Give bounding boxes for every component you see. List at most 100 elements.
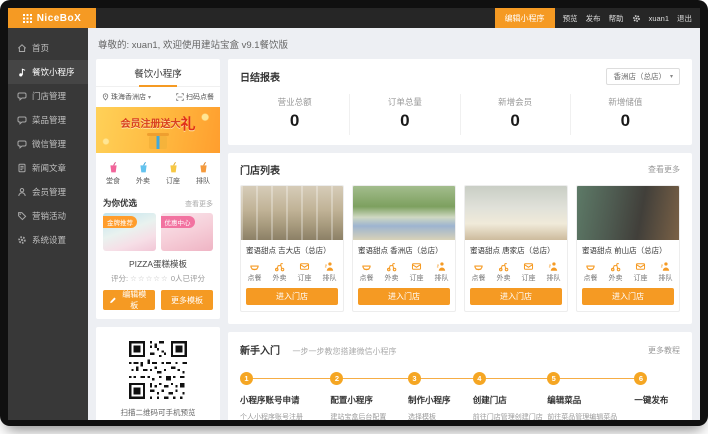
sidebar-item-label: 营销活动: [32, 210, 66, 222]
logout-link[interactable]: 退出: [677, 13, 692, 24]
feature-reserve: 订座: [516, 261, 541, 283]
rating-stars: ☆☆☆☆☆: [130, 274, 169, 283]
sidebar-item-news-articles[interactable]: 新闻文章: [8, 156, 88, 180]
main-content: 尊敬的: xuan1, 欢迎使用建站宝盒 v9.1餐饮版 餐饮小程序 珠海香洲店…: [88, 28, 700, 420]
store-selector[interactable]: 珠海香洲店 ▾: [102, 92, 151, 102]
feature-label: 订座: [628, 273, 653, 283]
enter-store-button[interactable]: 进入门店: [582, 288, 674, 305]
sidebar-item-wechat-management[interactable]: 微信管理: [8, 132, 88, 156]
scooter-icon: [498, 261, 509, 272]
feature-reserve: 订座: [628, 261, 653, 283]
more-templates-button[interactable]: 更多模板: [161, 290, 213, 310]
enter-store-button[interactable]: 进入门店: [246, 288, 338, 305]
sidebar-item-label: 首页: [32, 42, 49, 54]
store-filter-dropdown[interactable]: 香洲店（总店） ▾: [606, 68, 680, 85]
enter-store-button[interactable]: 进入门店: [470, 288, 562, 305]
sidebar-item-label: 系统设置: [32, 234, 66, 246]
sidebar-item-dish-management[interactable]: 菜品管理: [8, 108, 88, 132]
feature-queue: 排队: [653, 261, 678, 283]
stores-more-link[interactable]: 查看更多: [648, 164, 680, 175]
sidebar-item-label: 会员管理: [32, 186, 66, 198]
sidebar-item-marketing[interactable]: 营销活动: [8, 204, 88, 228]
feature-delivery: 外卖: [267, 261, 292, 283]
product-card[interactable]: 金牌推荐: [103, 213, 156, 251]
more-tutorials-link[interactable]: 更多教程: [648, 345, 680, 356]
onboarding-step-2: 2 配置小程序 建站宝盒后台配置 微信开发工具配置: [330, 372, 408, 420]
daily-report-card: 日结报表 香洲店（总店） ▾ 营业总额 0 订单总量 0: [228, 59, 692, 145]
bowl-icon: [361, 261, 372, 272]
scan-order-label: 扫码点餐: [186, 92, 214, 102]
phone-nav: 堂食 外卖 订座 排队: [96, 153, 220, 191]
topbar-links: 预览 发布 帮助 xuan1 退出: [555, 8, 700, 28]
feature-label: 排队: [541, 273, 566, 283]
phone-nav-queue[interactable]: 排队: [188, 161, 218, 186]
store-photo: [465, 186, 567, 240]
phone-preview-card: 餐饮小程序 珠海香洲店 ▾ 扫码点餐 会员注册送大礼: [96, 59, 220, 319]
qr-card: 扫描二维码可手机预览: [96, 327, 220, 420]
store-card: 蜜语甜点 香洲店（总店） 点餐 外卖 订座 排队 进入门店: [352, 185, 456, 312]
stat-label: 订单总量: [350, 96, 459, 108]
onboarding-step-6: 6 一键发布: [634, 372, 680, 420]
feature-label: 点餐: [466, 273, 491, 283]
step-title: 创建门店: [473, 394, 543, 406]
phone-nav-takeout[interactable]: 外卖: [128, 161, 158, 186]
sidebar-item-label: 微信管理: [32, 138, 66, 150]
sidebar-item-label: 门店管理: [32, 90, 66, 102]
step-number: 3: [408, 372, 421, 385]
scooter-icon: [274, 261, 285, 272]
feature-order: 点餐: [578, 261, 603, 283]
stat-label: 新增会员: [461, 96, 570, 108]
logo-text: NiceBoX: [37, 13, 82, 24]
scan-order-button[interactable]: 扫码点餐: [176, 92, 214, 102]
preview-link[interactable]: 预览: [563, 13, 578, 24]
qr-caption: 扫描二维码可手机预览: [96, 407, 220, 418]
phone-nav-reserve[interactable]: 订座: [158, 161, 188, 186]
feature-delivery: 外卖: [379, 261, 404, 283]
sidebar-item-member-management[interactable]: 会员管理: [8, 180, 88, 204]
phone-nav-label: 订座: [158, 176, 188, 186]
reservation-icon: [635, 261, 646, 272]
feature-delivery: 外卖: [603, 261, 628, 283]
username[interactable]: xuan1: [649, 14, 669, 23]
store-filter-value: 香洲店（总店）: [613, 71, 666, 82]
sidebar-item-label: 菜品管理: [32, 114, 66, 126]
picks-title: 为你优选: [103, 197, 137, 209]
feature-delivery: 外卖: [491, 261, 516, 283]
queue-person-icon: [548, 261, 559, 272]
help-link[interactable]: 帮助: [609, 13, 624, 24]
reservation-icon: [411, 261, 422, 272]
store-list-card: 门店列表 查看更多 蜜语甜点 吉大店（总店） 点餐 外卖 订座 排队: [228, 153, 692, 324]
product-card[interactable]: 优惠中心: [161, 213, 214, 251]
onboarding-step-4: 4 创建门店 前往门店管理创建门店: [473, 372, 547, 420]
stat-value: 0: [461, 111, 570, 131]
music-note-icon: [17, 67, 27, 77]
sidebar-item-label: 餐饮小程序: [32, 66, 75, 78]
phone-nav-dinein[interactable]: 堂食: [98, 161, 128, 186]
publish-link[interactable]: 发布: [586, 13, 601, 24]
sidebar-item-system-settings[interactable]: 系统设置: [8, 228, 88, 252]
step-title: 编辑菜品: [547, 394, 630, 406]
drink-cup-icon: [167, 161, 180, 174]
feature-label: 点餐: [354, 273, 379, 283]
step-number: 1: [240, 372, 253, 385]
enter-store-button[interactable]: 进入门店: [358, 288, 450, 305]
sidebar-item-store-management[interactable]: 门店管理: [8, 84, 88, 108]
picks-more-link[interactable]: 查看更多: [185, 199, 213, 209]
feature-label: 排队: [653, 273, 678, 283]
step-number: 5: [547, 372, 560, 385]
edit-miniprogram-button[interactable]: 编辑小程序: [495, 8, 555, 28]
product-tag: 优惠中心: [161, 216, 195, 228]
onboarding-step-5: 5 编辑菜品 前往菜品管理编辑菜品: [547, 372, 634, 420]
sidebar-item-restaurant-miniprogram[interactable]: 餐饮小程序: [8, 60, 88, 84]
edit-template-button[interactable]: 编辑模板: [103, 290, 155, 310]
step-title: 制作小程序: [408, 394, 469, 406]
chevron-down-icon: ▾: [148, 94, 151, 101]
gift-box-icon: [149, 136, 167, 149]
promo-banner[interactable]: 会员注册送大礼: [96, 107, 220, 153]
reservation-icon: [299, 261, 310, 272]
gear-icon[interactable]: [632, 14, 641, 23]
chat-bubble-icon: [17, 91, 27, 101]
sidebar-item-home[interactable]: 首页: [8, 36, 88, 60]
phone-nav-label: 外卖: [128, 176, 158, 186]
onboarding-card: 新手入门 一步一步教您搭建微信小程序 更多教程 1 小程序账号申请 个人小程序账…: [228, 332, 692, 420]
